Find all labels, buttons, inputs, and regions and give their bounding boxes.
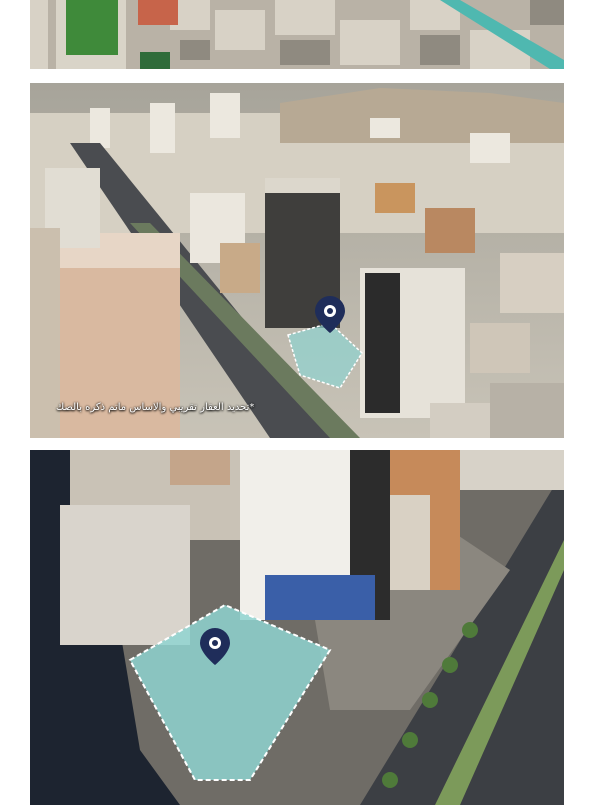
aerial-photo-overview: *تحديد العقار تقريبي والاساس ماتم ذكره ب… bbox=[30, 83, 564, 438]
aerial-photo-closeup bbox=[30, 450, 564, 805]
aerial-map-strip bbox=[30, 0, 564, 69]
property-disclaimer-caption: *تحديد العقار تقريبي والاساس ماتم ذكره ب… bbox=[56, 402, 255, 413]
